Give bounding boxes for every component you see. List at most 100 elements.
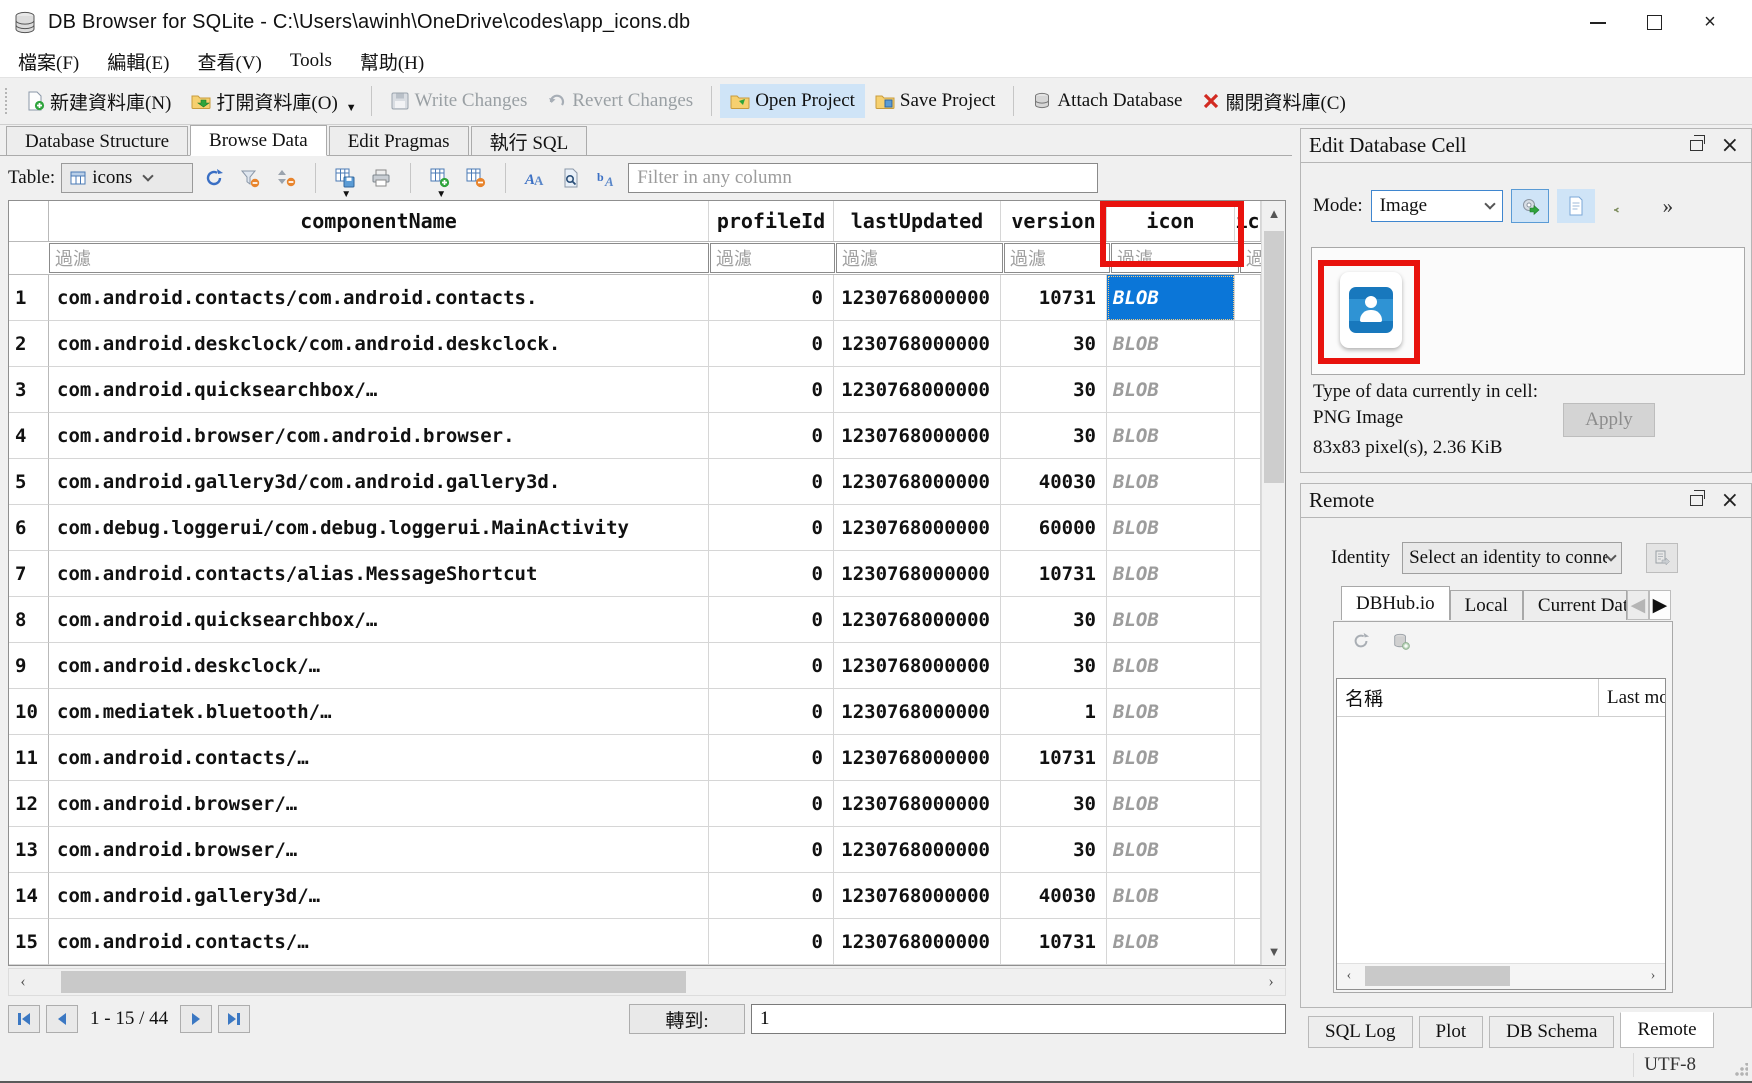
table-row[interactable]: 6com.debug.loggerui/com.debug.loggerui.M… bbox=[9, 505, 1261, 551]
cell-version[interactable]: 10731 bbox=[1001, 551, 1107, 597]
cell-icon-blob[interactable]: BLOB bbox=[1107, 873, 1235, 919]
remote-horizontal-scrollbar[interactable]: ‹ › bbox=[1337, 963, 1665, 989]
cell-icon-blob[interactable]: BLOB bbox=[1107, 919, 1235, 965]
cell-lastupdated[interactable]: 1230768000000 bbox=[834, 689, 1001, 735]
cell-version[interactable]: 30 bbox=[1001, 321, 1107, 367]
cell-componentname[interactable]: com.android.gallery3d/com.android.galler… bbox=[49, 459, 709, 505]
cell-icon-blob[interactable]: BLOB bbox=[1107, 367, 1235, 413]
row-number[interactable]: 8 bbox=[9, 597, 49, 643]
cell-profileid[interactable]: 0 bbox=[709, 689, 834, 735]
cell-partial[interactable] bbox=[1235, 321, 1261, 367]
filter-input-ic[interactable]: 過濾 bbox=[1240, 243, 1261, 273]
table-row[interactable]: 5com.android.gallery3d/com.android.galle… bbox=[9, 459, 1261, 505]
cell-lastupdated[interactable]: 1230768000000 bbox=[834, 827, 1001, 873]
cell-partial[interactable] bbox=[1235, 275, 1261, 321]
cell-version[interactable]: 30 bbox=[1001, 643, 1107, 689]
cell-profileid[interactable]: 0 bbox=[709, 275, 834, 321]
table-row[interactable]: 9com.android.deskclock/…0123076800000030… bbox=[9, 643, 1261, 689]
cell-version[interactable]: 40030 bbox=[1001, 873, 1107, 919]
identity-settings-button[interactable] bbox=[1646, 543, 1678, 573]
row-number[interactable]: 7 bbox=[9, 551, 49, 597]
delete-record-button[interactable] bbox=[461, 163, 491, 193]
scroll-up-icon[interactable]: ▲ bbox=[1262, 201, 1286, 227]
row-number[interactable]: 1 bbox=[9, 275, 49, 321]
filter-input-profileId[interactable]: 過濾 bbox=[710, 243, 835, 273]
menu-file[interactable]: 檔案(F) bbox=[6, 46, 91, 77]
apply-button[interactable]: Apply bbox=[1563, 403, 1655, 437]
row-number[interactable]: 10 bbox=[9, 689, 49, 735]
cell-icon-blob[interactable]: BLOB bbox=[1107, 689, 1235, 735]
row-number[interactable]: 3 bbox=[9, 367, 49, 413]
cell-componentname[interactable]: com.android.quicksearchbox/… bbox=[49, 597, 709, 643]
filter-input-icon[interactable]: 過濾 bbox=[1111, 243, 1239, 273]
dock-tab-sql-log[interactable]: SQL Log bbox=[1308, 1016, 1413, 1048]
clear-sort-button[interactable] bbox=[271, 163, 301, 193]
tab-edit-pragmas[interactable]: Edit Pragmas bbox=[329, 126, 469, 155]
cell-icon-blob[interactable]: BLOB bbox=[1107, 413, 1235, 459]
column-header-profileid[interactable]: profileId bbox=[709, 201, 834, 241]
cell-componentname[interactable]: com.android.browser/com.android.browser. bbox=[49, 413, 709, 459]
cell-lastupdated[interactable]: 1230768000000 bbox=[834, 413, 1001, 459]
row-number[interactable]: 14 bbox=[9, 873, 49, 919]
table-row[interactable]: 12com.android.browser/…0123076800000030B… bbox=[9, 781, 1261, 827]
clear-filters-button[interactable] bbox=[235, 163, 265, 193]
resize-grip[interactable] bbox=[1734, 1063, 1748, 1077]
remote-col-last-modified[interactable]: Last mo bbox=[1599, 679, 1665, 716]
cell-partial[interactable] bbox=[1235, 735, 1261, 781]
column-header-partial[interactable]: ic bbox=[1235, 201, 1261, 241]
cell-profileid[interactable]: 0 bbox=[709, 459, 834, 505]
cell-componentname[interactable]: com.mediatek.bluetooth/… bbox=[49, 689, 709, 735]
next-page-button[interactable] bbox=[180, 1005, 212, 1033]
row-number[interactable]: 15 bbox=[9, 919, 49, 965]
cell-profileid[interactable]: 0 bbox=[709, 321, 834, 367]
cell-icon-blob[interactable]: BLOB bbox=[1107, 643, 1235, 689]
cell-version[interactable]: 30 bbox=[1001, 367, 1107, 413]
cell-componentname[interactable]: com.android.deskclock/com.android.deskcl… bbox=[49, 321, 709, 367]
table-row[interactable]: 2com.android.deskclock/com.android.deskc… bbox=[9, 321, 1261, 367]
cell-version[interactable]: 1 bbox=[1001, 689, 1107, 735]
cell-profileid[interactable]: 0 bbox=[709, 827, 834, 873]
close-database-button[interactable]: 關閉資料庫(C) bbox=[1192, 82, 1355, 121]
cell-icon-blob[interactable]: BLOB bbox=[1107, 827, 1235, 873]
save-table-dropdown-caret[interactable]: ▼ bbox=[341, 189, 351, 200]
cell-partial[interactable] bbox=[1235, 551, 1261, 597]
table-row[interactable]: 11com.android.contacts/…0123076800000010… bbox=[9, 735, 1261, 781]
cell-componentname[interactable]: com.android.contacts/… bbox=[49, 919, 709, 965]
cell-lastupdated[interactable]: 1230768000000 bbox=[834, 551, 1001, 597]
table-row[interactable]: 1com.android.contacts/com.android.contac… bbox=[9, 275, 1261, 321]
cell-version[interactable]: 60000 bbox=[1001, 505, 1107, 551]
minimize-button[interactable] bbox=[1570, 3, 1626, 43]
cell-version[interactable]: 30 bbox=[1001, 597, 1107, 643]
table-row[interactable]: 3com.android.quicksearchbox/…01230768000… bbox=[9, 367, 1261, 413]
cell-lastupdated[interactable]: 1230768000000 bbox=[834, 275, 1001, 321]
cell-lastupdated[interactable]: 1230768000000 bbox=[834, 919, 1001, 965]
tab-scroll-right-icon[interactable]: ▶ bbox=[1649, 590, 1671, 620]
dock-tab-plot[interactable]: Plot bbox=[1419, 1016, 1484, 1048]
scroll-down-icon[interactable]: ▼ bbox=[1262, 939, 1286, 965]
cell-lastupdated[interactable]: 1230768000000 bbox=[834, 459, 1001, 505]
tab-browse-data[interactable]: Browse Data bbox=[190, 125, 327, 156]
cell-lastupdated[interactable]: 1230768000000 bbox=[834, 781, 1001, 827]
dock-tab-db-schema[interactable]: DB Schema bbox=[1489, 1016, 1614, 1048]
identity-select[interactable]: Select an identity to conne bbox=[1402, 542, 1622, 574]
cell-icon-blob[interactable]: BLOB bbox=[1107, 735, 1235, 781]
cell-profileid[interactable]: 0 bbox=[709, 413, 834, 459]
cell-partial[interactable] bbox=[1235, 643, 1261, 689]
table-row[interactable]: 14com.android.gallery3d/…012307680000004… bbox=[9, 873, 1261, 919]
save-table-button[interactable]: ▼ bbox=[330, 163, 360, 193]
scroll-left-icon[interactable]: ‹ bbox=[1337, 964, 1361, 988]
row-number[interactable]: 13 bbox=[9, 827, 49, 873]
cell-version[interactable]: 30 bbox=[1001, 827, 1107, 873]
refresh-button[interactable] bbox=[199, 163, 229, 193]
cell-lastupdated[interactable]: 1230768000000 bbox=[834, 505, 1001, 551]
cell-partial[interactable] bbox=[1235, 689, 1261, 735]
table-select[interactable]: icons bbox=[61, 163, 193, 193]
font-format-button[interactable]: AA bbox=[520, 163, 550, 193]
open-project-button[interactable]: Open Project bbox=[720, 84, 865, 118]
scroll-left-icon[interactable]: ‹ bbox=[9, 969, 37, 995]
cell-lastupdated[interactable]: 1230768000000 bbox=[834, 367, 1001, 413]
text-mode-button[interactable] bbox=[1557, 189, 1595, 223]
import-data-button[interactable] bbox=[1511, 189, 1549, 223]
cell-icon-blob[interactable]: BLOB bbox=[1107, 781, 1235, 827]
cell-lastupdated[interactable]: 1230768000000 bbox=[834, 873, 1001, 919]
